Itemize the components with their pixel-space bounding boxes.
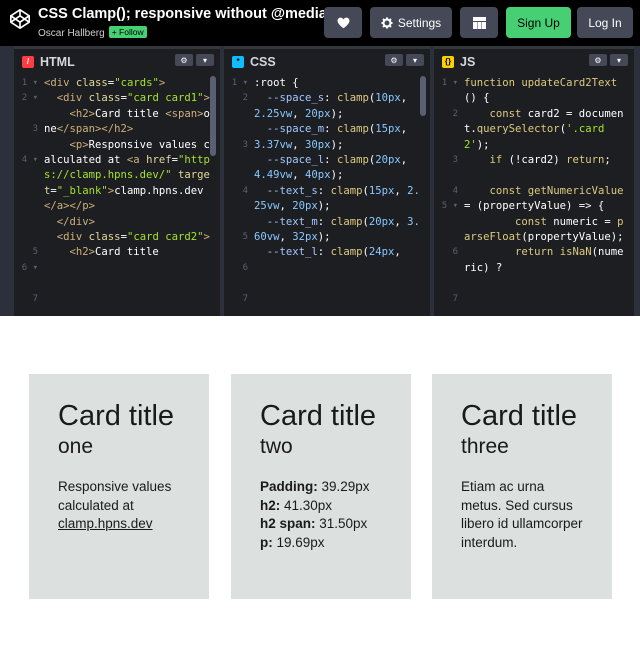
settings-label: Settings	[397, 15, 442, 30]
html-editor-pane: / HTML ⚙ ▾ 1 ▾ 2 ▾ 3 4 ▾ 5 6 ▾ 7 <div class="car…	[14, 46, 220, 316]
card-title: Card title three	[461, 400, 583, 462]
card-two: Card title two Padding: 39.29px h2: 41.30…	[231, 374, 411, 599]
value-label: h2 span:	[260, 516, 316, 532]
top-bar: CSS Clamp(); responsive without @media O…	[0, 0, 640, 46]
result-preview: Card title one Responsive values calculat…	[0, 316, 640, 659]
card-subtitle: three	[461, 435, 509, 458]
html-pane-title: HTML	[40, 54, 75, 69]
heart-icon	[337, 17, 349, 28]
codepen-logo-icon[interactable]	[9, 8, 31, 30]
js-badge-icon: {}	[442, 55, 454, 68]
card-title: Card title two	[260, 400, 382, 462]
editor-panes: / HTML ⚙ ▾ 1 ▾ 2 ▾ 3 4 ▾ 5 6 ▾ 7 <div class="car…	[0, 46, 640, 316]
value-label: p:	[260, 535, 273, 551]
card-text: Responsive values calculated at clamp.hp…	[58, 479, 172, 532]
card-subtitle: one	[58, 435, 94, 458]
layout-grid-icon	[472, 16, 486, 29]
value-text: 39.29px	[317, 479, 370, 494]
chevron-down-icon[interactable]: ▾	[406, 54, 424, 66]
html-code[interactable]: 1 ▾ 2 ▾ 3 4 ▾ 5 6 ▾ 7 <div class="cards"> <div …	[14, 76, 220, 316]
card-one: Card title one Responsive values calculat…	[29, 374, 209, 599]
settings-gear-icon[interactable]: ⚙	[385, 54, 403, 66]
css-code[interactable]: 1 ▾ 2 3 4 5 6 7:root { --space_s: clamp(10px, …	[224, 76, 430, 316]
card-title: Card title one	[58, 400, 180, 462]
card-values: Padding: 39.29px h2: 41.30px h2 span: 31…	[260, 478, 382, 553]
value-text: 41.30px	[280, 497, 333, 513]
chevron-down-icon[interactable]: ▾	[610, 54, 628, 66]
change-view-button[interactable]	[460, 7, 498, 38]
value-text: 31.50px	[315, 516, 368, 532]
js-pane-title: JS	[460, 54, 476, 69]
gear-icon	[381, 17, 393, 28]
clamp-link[interactable]: clamp.hpns.dev	[58, 516, 153, 531]
html-scrollbar[interactable]	[210, 76, 216, 156]
login-button[interactable]: Log In	[577, 7, 633, 38]
signup-button[interactable]: Sign Up	[506, 7, 571, 38]
pen-author: Oscar Hallberg + Follow	[38, 26, 147, 39]
chevron-down-icon[interactable]: ▾	[196, 54, 214, 66]
settings-button[interactable]: Settings	[370, 7, 452, 38]
settings-gear-icon[interactable]: ⚙	[589, 54, 607, 66]
card-subtitle: two	[260, 435, 293, 458]
pen-title: CSS Clamp(); responsive without @media	[38, 6, 327, 22]
js-editor-pane: {} JS ⚙ ▾ 1 ▾ 2 3 4 5 ▾ 6 7 function updateCard2…	[434, 46, 634, 316]
love-button[interactable]	[324, 7, 362, 38]
css-badge-icon: *	[232, 55, 244, 68]
html-badge-icon: /	[22, 55, 34, 68]
follow-button[interactable]: + Follow	[108, 26, 147, 38]
settings-gear-icon[interactable]: ⚙	[175, 54, 193, 66]
css-editor-pane: * CSS ⚙ ▾ 1 ▾ 2 3 4 5 6 7:root { --space_s: cla…	[224, 46, 430, 316]
card-text: Etiam ac urna metus. Sed cursus libero i…	[461, 479, 583, 551]
value-label: Padding:	[260, 479, 318, 494]
value-label: h2:	[260, 497, 281, 513]
value-text: 19.69px	[272, 535, 325, 551]
card-three: Card title three Etiam ac urna metus. Sed…	[432, 374, 612, 599]
css-pane-title: CSS	[250, 54, 276, 69]
css-scrollbar[interactable]	[420, 76, 426, 116]
js-code[interactable]: 1 ▾ 2 3 4 5 ▾ 6 7 function updateCard2Text() { …	[434, 76, 634, 316]
author-name[interactable]: Oscar Hallberg	[38, 28, 105, 39]
